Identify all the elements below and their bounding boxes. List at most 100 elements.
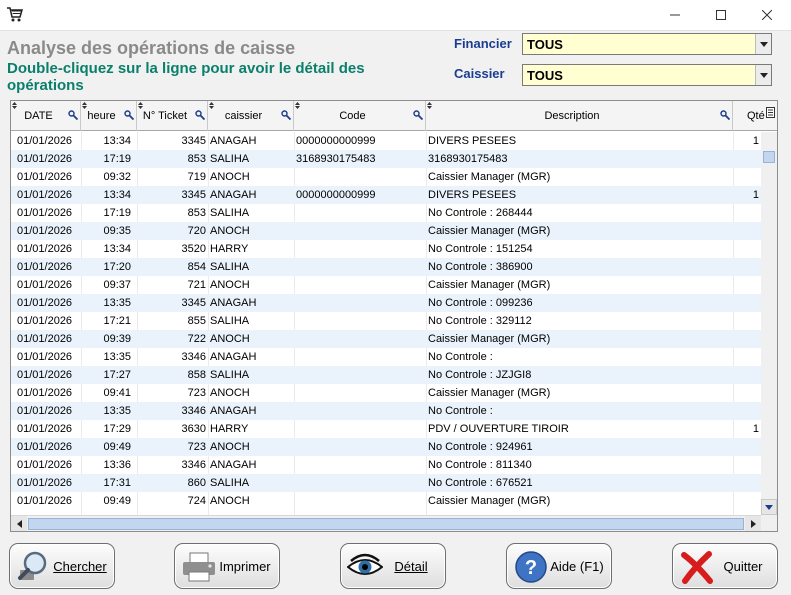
search-icon[interactable]: [720, 110, 730, 120]
table-row[interactable]: 01/01/2026 13:35 3345 ANAGAH No Controle : 0…: [11, 294, 761, 312]
table-row[interactable]: 01/01/2026 09:49 723 ANOCH No Controle : 924…: [11, 438, 761, 456]
table-row[interactable]: 01/01/2026 09:39 722 ANOCH Caissier Manager …: [11, 330, 761, 348]
table-row[interactable]: 01/01/2026 09:49 724 ANOCH Caissier Manager …: [11, 492, 761, 510]
table-row[interactable]: 01/01/2026 17:27 858 SALIHA No Controle : JZ…: [11, 366, 761, 384]
imprimer-button[interactable]: Imprimer: [174, 543, 280, 589]
cell-date: 01/01/2026: [17, 315, 73, 327]
column-header-caissier[interactable]: caissier: [208, 101, 294, 131]
magnifier-icon: [18, 551, 47, 580]
cell-heure: 13:35: [103, 351, 131, 363]
cell-qte: [735, 366, 759, 384]
cell-code: [296, 312, 424, 330]
cell-description: No Controle : 924961: [428, 441, 533, 453]
minimize-button[interactable]: [652, 0, 698, 30]
cell-description: No Controle :: [428, 405, 493, 417]
maximize-button[interactable]: [698, 0, 744, 30]
scroll-down-button[interactable]: [761, 499, 777, 515]
column-header-label: DATE: [24, 110, 53, 122]
cell-qte: 1: [752, 135, 759, 147]
cell-heure: 13:36: [103, 459, 131, 471]
column-header-label: N° Ticket: [142, 110, 188, 122]
sort-arrows-icon: [82, 102, 87, 109]
table-row[interactable]: 01/01/2026 17:31 860 SALIHA No Controle : 67…: [11, 474, 761, 492]
financier-dropdown-button[interactable]: [755, 34, 771, 54]
table-row[interactable]: 01/01/2026 17:19 853 SALIHA 3168930175483 316…: [11, 150, 761, 168]
cell-caissier: ANAGAH: [210, 189, 257, 201]
search-icon[interactable]: [195, 110, 205, 120]
cell-description: No Controle : 676521: [428, 477, 533, 489]
scroll-left-button[interactable]: [11, 516, 27, 531]
table-row[interactable]: 01/01/2026 13:34 3520 HARRY No Controle : 15…: [11, 240, 761, 258]
table-row[interactable]: 01/01/2026 17:29 3630 HARRY PDV / OUVERTURE …: [11, 420, 761, 438]
cell-code: [296, 474, 424, 492]
financier-select[interactable]: TOUS: [522, 33, 772, 55]
cell-qte: [735, 456, 759, 474]
caissier-dropdown-button[interactable]: [755, 65, 771, 85]
cell-description: No Controle : 811340: [428, 459, 532, 471]
scrollbar-corner: [761, 515, 777, 531]
scroll-right-button[interactable]: [745, 516, 761, 531]
table-row[interactable]: 01/01/2026 09:37 721 ANOCH Caissier Manager …: [11, 276, 761, 294]
aide-button[interactable]: ? Aide (F1): [506, 543, 612, 589]
search-icon[interactable]: [413, 110, 423, 120]
cell-code: [296, 384, 424, 402]
operations-table[interactable]: DATE heure N° Ticket caissier Code Descr…: [10, 100, 778, 532]
cell-ticket: 723: [187, 441, 206, 453]
cell-description: Caissier Manager (MGR): [428, 171, 551, 183]
detail-button[interactable]: Détail: [340, 543, 446, 589]
cell-ticket: 721: [187, 279, 206, 291]
cell-heure: 09:41: [103, 387, 131, 399]
chercher-button[interactable]: Chercher: [9, 543, 115, 589]
close-button[interactable]: [744, 0, 790, 30]
horizontal-scrollbar[interactable]: [11, 515, 761, 531]
table-row[interactable]: 01/01/2026 13:34 3345 ANAGAH 0000000000999 DI…: [11, 186, 761, 204]
table-row[interactable]: 01/01/2026 13:35 3346 ANAGAH No Controle :: [11, 402, 761, 420]
column-header-heure[interactable]: heure: [81, 101, 137, 131]
table-row[interactable]: 01/01/2026 13:35 3346 ANAGAH No Controle :: [11, 348, 761, 366]
column-header-description[interactable]: Description: [426, 101, 733, 131]
column-picker-icon[interactable]: [766, 107, 775, 118]
cell-date: 01/01/2026: [17, 459, 73, 471]
sort-arrows-icon: [209, 102, 214, 109]
table-row[interactable]: 01/01/2026 13:36 3346 ANAGAH No Controle : 8…: [11, 456, 761, 474]
search-icon[interactable]: [68, 110, 78, 120]
table-row[interactable]: 01/01/2026 09:41 723 ANOCH Caissier Manager …: [11, 384, 761, 402]
cell-ticket: 854: [187, 261, 206, 273]
cell-code: [296, 402, 424, 420]
cell-code: [296, 168, 424, 186]
search-icon[interactable]: [124, 110, 134, 120]
column-header-qte[interactable]: Qté: [733, 101, 777, 131]
cell-date: 01/01/2026: [17, 477, 73, 489]
cell-date: 01/01/2026: [17, 171, 73, 183]
horizontal-scroll-thumb[interactable]: [28, 518, 744, 530]
cell-description: No Controle : 099236: [428, 297, 533, 309]
cell-caissier: ANOCH: [210, 333, 250, 345]
cell-date: 01/01/2026: [17, 333, 73, 345]
table-row[interactable]: 01/01/2026 17:20 854 SALIHA No Controle : 38…: [11, 258, 761, 276]
vertical-scroll-thumb[interactable]: [763, 151, 775, 163]
table-row[interactable]: 01/01/2026 09:32 719 ANOCH Caissier Manager …: [11, 168, 761, 186]
search-icon[interactable]: [281, 110, 291, 120]
cell-code: [296, 420, 424, 438]
minimize-icon: [670, 14, 680, 16]
cell-code: [296, 294, 424, 312]
column-header-ticket[interactable]: N° Ticket: [137, 101, 208, 131]
cell-date: 01/01/2026: [17, 297, 73, 309]
cell-description: No Controle : 386900: [428, 261, 533, 273]
table-row[interactable]: 01/01/2026 17:19 853 SALIHA No Controle : 26…: [11, 204, 761, 222]
table-row[interactable]: 01/01/2026 09:35 720 ANOCH Caissier Manager …: [11, 222, 761, 240]
column-header-date[interactable]: DATE: [11, 101, 81, 131]
caissier-select[interactable]: TOUS: [522, 64, 772, 86]
table-row[interactable]: 01/01/2026 13:34 3345 ANAGAH 0000000000999 DI…: [11, 132, 761, 150]
cell-code: [296, 258, 424, 276]
printer-icon: [183, 552, 215, 582]
column-header-code[interactable]: Code: [294, 101, 426, 131]
vertical-scrollbar[interactable]: [761, 132, 777, 515]
cell-date: 01/01/2026: [17, 189, 73, 201]
financier-label: Financier: [454, 36, 512, 51]
cell-heure: 17:20: [103, 261, 131, 273]
cart-icon: [7, 7, 23, 22]
table-row[interactable]: 01/01/2026 17:21 855 SALIHA No Controle : 32…: [11, 312, 761, 330]
quitter-button[interactable]: Quitter: [672, 543, 778, 589]
cell-description: 3168930175483: [428, 153, 508, 165]
